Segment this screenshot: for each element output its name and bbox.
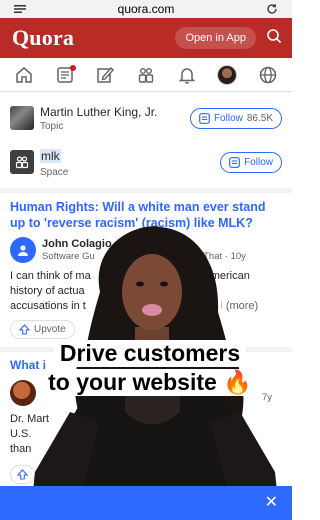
space-image	[10, 150, 34, 174]
browser-url-bar[interactable]: quora.com	[0, 0, 292, 18]
notification-dot	[69, 64, 76, 71]
space-row-mlk[interactable]: mlk Space Follow	[0, 142, 292, 182]
bottom-app-banner[interactable]: ✕	[0, 486, 292, 520]
caption-line-1: Drive customers	[53, 340, 247, 367]
quora-logo[interactable]: Quora	[12, 25, 74, 51]
profile-avatar[interactable]	[216, 64, 238, 86]
answer-list-icon[interactable]	[54, 64, 76, 86]
caption-line-2: to your website 🔥	[42, 369, 258, 396]
space-type: Space	[40, 166, 69, 178]
spaces-icon[interactable]	[135, 64, 157, 86]
topic-image	[10, 106, 34, 130]
reload-icon[interactable]	[266, 3, 278, 15]
space-name[interactable]: mlk	[40, 148, 61, 163]
open-in-app-button[interactable]: Open in App	[175, 27, 256, 49]
top-navigation	[0, 58, 292, 92]
write-icon[interactable]	[94, 64, 116, 86]
notifications-icon[interactable]	[176, 64, 198, 86]
language-globe-icon[interactable]	[257, 64, 279, 86]
follow-label: Follow	[244, 156, 273, 168]
url-text[interactable]: quora.com	[118, 2, 175, 16]
search-icon[interactable]	[266, 28, 282, 49]
reader-icon[interactable]	[14, 4, 26, 14]
topic-name[interactable]: Martin Luther King, Jr.	[40, 105, 190, 119]
follower-count: 86.5K	[246, 112, 273, 124]
upvote-arrow-icon	[17, 469, 28, 480]
close-icon[interactable]: ✕	[265, 495, 278, 511]
upvote-arrow-icon	[19, 324, 30, 335]
quora-header: Quora Open in App	[0, 18, 292, 58]
topic-type: Topic	[40, 120, 64, 132]
follow-icon	[229, 156, 240, 168]
follow-label: Follow	[213, 112, 243, 124]
topic-row-mlk[interactable]: Martin Luther King, Jr. Topic Follow 86.…	[0, 98, 292, 138]
follow-topic-button[interactable]: Follow 86.5K	[189, 107, 282, 129]
promo-caption: Drive customers to your website 🔥	[40, 340, 260, 396]
follow-space-button[interactable]: Follow	[220, 151, 282, 173]
home-icon[interactable]	[13, 64, 35, 86]
follow-icon	[199, 112, 210, 124]
